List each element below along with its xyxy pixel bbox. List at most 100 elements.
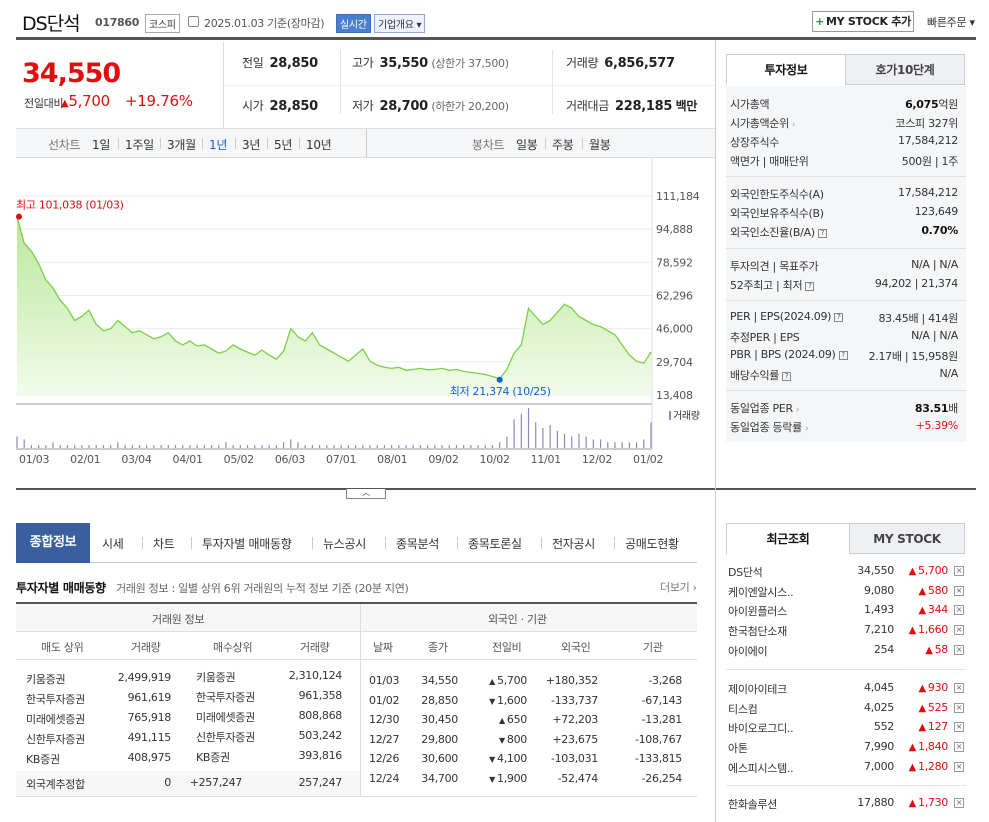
lower-tab-1[interactable]: 시세 — [102, 535, 124, 552]
add-mystock-button[interactable]: + MY STOCK 추가 — [812, 11, 914, 32]
foreign-net: +257,247 — [189, 776, 243, 789]
tab-orderbook[interactable]: 호가10단계 — [845, 54, 965, 85]
volume-bar — [513, 419, 515, 448]
volume-bar — [254, 445, 256, 448]
quote-divider — [552, 50, 553, 114]
realtime-button[interactable]: 실시간 — [336, 14, 371, 33]
remove-icon[interactable]: × — [954, 566, 964, 576]
trade-date: 12/27 — [369, 732, 400, 746]
period-5[interactable]: 5년 — [274, 136, 292, 153]
help-icon[interactable]: ? — [805, 281, 815, 291]
info-value: 6,075억원 — [905, 98, 958, 111]
quote-high: 고가 35,550 (상한가 37,500) — [352, 54, 509, 71]
candle-period-2[interactable]: 월봉 — [589, 136, 611, 153]
lower-tab-7[interactable]: 전자공시 — [552, 535, 595, 552]
help-icon[interactable]: ? — [834, 312, 844, 322]
trade-close: 29,800 — [421, 732, 458, 746]
period-3[interactable]: 1년 — [209, 136, 227, 153]
volume-bar — [448, 445, 450, 448]
lower-tab-6[interactable]: 종목토론실 — [468, 535, 522, 552]
volume-bar — [592, 439, 594, 448]
recent-stock-item[interactable]: 아이에이 254 ▲ 58 × — [726, 643, 966, 662]
period-divider — [235, 138, 236, 149]
period-2[interactable]: 3개월 — [167, 136, 196, 153]
lower-tab-2[interactable]: 차트 — [153, 535, 175, 552]
volume-bar — [146, 445, 148, 448]
volume-bar — [160, 445, 162, 448]
info-value: 83.51배 — [914, 402, 958, 415]
company-info-dropdown[interactable]: 기업개요 ▾ — [374, 14, 426, 33]
info-value: 83.45배 | 414원 — [878, 312, 958, 325]
tab-divider — [312, 537, 313, 549]
volume-bar — [275, 445, 277, 448]
volume-legend-swatch — [669, 411, 671, 420]
quote-value: 228,185 — [614, 99, 673, 114]
remove-icon[interactable]: × — [954, 585, 964, 596]
collapse-chart-button[interactable]: ︿ — [346, 489, 386, 499]
recent-stock-price: 254 — [873, 642, 894, 656]
recent-stock-item[interactable]: 에스피시스템.. 7,000 ▲ 1,280 × — [726, 760, 966, 779]
info-row: 배당수익률? N/A — [730, 367, 962, 383]
remove-icon[interactable]: × — [954, 722, 964, 733]
recent-stock-item[interactable]: DS단석 34,550 ▲ 5,700 × — [726, 564, 966, 583]
tab-mystock[interactable]: MY STOCK — [849, 523, 965, 554]
recent-stock-item[interactable]: 제이아이테크 4,045 ▲ 930 × — [726, 681, 966, 700]
remove-icon[interactable]: × — [954, 605, 964, 616]
volume-bar — [470, 445, 472, 448]
quote-label: 시가 — [242, 99, 264, 113]
recent-stock-item[interactable]: 아톤 7,990 ▲ 1,840 × — [726, 740, 966, 759]
help-icon[interactable]: ? — [782, 371, 792, 381]
recent-stock-item[interactable]: 아이윈플러스 1,493 ▲ 344 × — [726, 603, 966, 622]
volume-bar — [74, 445, 76, 448]
quick-order-dropdown[interactable]: 빠른주문 ▾ — [927, 14, 975, 30]
recent-stock-name: 한화솔루션 — [728, 798, 778, 811]
price-chart[interactable]: 111,184 94,888 78,592 62,296 46,000 29,704 13,… — [16, 158, 715, 488]
volume-bar — [535, 422, 537, 448]
help-icon[interactable]: ? — [838, 350, 848, 360]
remove-icon[interactable]: × — [954, 761, 964, 772]
remove-icon[interactable]: × — [954, 742, 964, 753]
volume-bar — [650, 422, 652, 448]
recent-stock-item[interactable]: 케이엔알시스.. 9,080 ▲ 580 × — [726, 584, 966, 603]
tab-divider — [191, 537, 192, 549]
trade-change-value: 1,600 — [497, 693, 527, 707]
help-icon[interactable]: ? — [817, 228, 827, 238]
tab-summary[interactable]: 종합정보 — [16, 523, 90, 563]
recent-stock-item[interactable]: 티스컴 4,025 ▲ 525 × — [726, 701, 966, 720]
remove-icon[interactable]: × — [954, 798, 964, 808]
recent-stock-item[interactable]: 한화솔루션 17,880 ▲ 1,730 × — [726, 796, 966, 815]
info-unit: 배 — [948, 402, 958, 415]
remove-icon[interactable]: × — [954, 625, 964, 636]
volume-bar — [571, 436, 573, 448]
remove-icon[interactable]: × — [954, 644, 964, 655]
lower-tab-5[interactable]: 종목분석 — [396, 535, 439, 552]
y-tick-label: 29,704 — [656, 356, 693, 369]
period-6[interactable]: 10년 — [306, 136, 332, 153]
column-header: 종가 — [428, 641, 448, 654]
volume-bar — [30, 445, 33, 448]
more-link[interactable]: 더보기 › — [660, 579, 697, 595]
candle-period-1[interactable]: 주봉 — [552, 136, 574, 153]
recent-stock-item[interactable]: 바이오로그디.. 552 ▲ 127 × — [726, 720, 966, 739]
lower-tab-3[interactable]: 투자자별 매매동향 — [202, 535, 292, 552]
tab-investment-info[interactable]: 투자정보 — [726, 54, 846, 85]
x-tick-label: 01/02 — [633, 453, 663, 466]
recent-stock-name: 바이오로그디.. — [728, 722, 794, 736]
period-1[interactable]: 1주일 — [125, 136, 154, 153]
info-value: 123,649 — [914, 205, 959, 218]
lower-tab-4[interactable]: 뉴스공시 — [323, 535, 366, 552]
add-mystock-label: MY STOCK 추가 — [826, 15, 911, 28]
stock-header: DS단석 017860 코스피 2025.01.03 기준(장마감) 실시간 기… — [16, 0, 976, 40]
volume-bar — [362, 445, 364, 448]
tab-recent[interactable]: 최근조회 — [726, 523, 850, 554]
recent-stock-item[interactable]: 한국첨단소재 7,210 ▲ 1,660 × — [726, 623, 966, 642]
volume-bar — [268, 445, 270, 448]
lower-tab-8[interactable]: 공매도현황 — [625, 535, 679, 552]
candle-period-0[interactable]: 일봉 — [516, 136, 538, 153]
period-4[interactable]: 3년 — [242, 136, 260, 153]
period-0[interactable]: 1일 — [92, 136, 110, 153]
x-axis-ticks: 01/03 02/01 03/04 04/01 05/02 06/03 07/01 08/01… — [19, 453, 664, 466]
remove-icon[interactable]: × — [954, 702, 964, 713]
lower-tab-bar: 종합정보 시세 차트 투자자별 매매동향 뉴스공시 종목분석 종목토론실 전자공시 공매도현황 — [16, 523, 697, 563]
remove-icon[interactable]: × — [954, 683, 964, 693]
